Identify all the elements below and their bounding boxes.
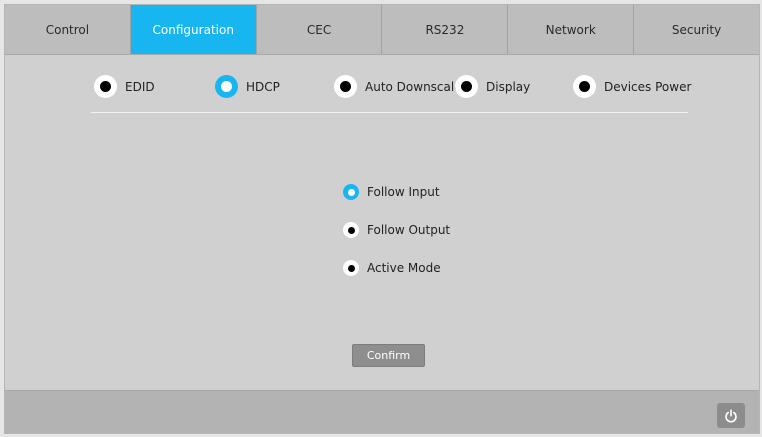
hdcp-option-label: Active Mode (367, 261, 441, 275)
hdcp-option-follow-output[interactable]: Follow Output (343, 222, 450, 238)
subnav-item-label: Auto Downscale (365, 79, 462, 94)
hdcp-option-active-mode[interactable]: Active Mode (343, 260, 441, 276)
subnav-item-devices-power[interactable]: Devices Power (573, 75, 691, 98)
power-button[interactable] (717, 403, 745, 428)
footer-bar (5, 390, 759, 433)
tab-cec[interactable]: CEC (257, 5, 383, 54)
radio-button-icon[interactable] (343, 260, 359, 276)
config-subnav: EDID HDCP Auto Downscale Display Devices… (5, 55, 759, 113)
subnav-item-edid[interactable]: EDID (94, 75, 155, 98)
tab-network[interactable]: Network (508, 5, 635, 54)
radio-button-icon[interactable] (334, 75, 357, 98)
hdcp-option-follow-input[interactable]: Follow Input (343, 184, 440, 200)
power-icon (725, 408, 737, 423)
subnav-item-hdcp[interactable]: HDCP (215, 75, 280, 98)
hdcp-option-label: Follow Input (367, 185, 440, 199)
tab-bar: Control Configuration CEC RS232 Network … (5, 5, 759, 55)
radio-button-selected-icon[interactable] (215, 75, 238, 98)
radio-button-icon[interactable] (343, 222, 359, 238)
tab-configuration[interactable]: Configuration (130, 5, 257, 54)
confirm-button[interactable]: Confirm (352, 344, 425, 367)
subnav-item-label: Display (486, 79, 531, 94)
radio-button-icon[interactable] (573, 75, 596, 98)
tab-label: Control (45, 22, 90, 37)
tab-label: Configuration (152, 22, 234, 37)
subnav-divider (91, 112, 688, 113)
tab-control[interactable]: Control (5, 5, 131, 54)
tab-security[interactable]: Security (634, 5, 759, 54)
tab-label: RS232 (425, 22, 465, 37)
radio-button-icon[interactable] (455, 75, 478, 98)
subnav-item-label: EDID (125, 79, 155, 94)
tab-rs232[interactable]: RS232 (382, 5, 509, 54)
tab-label: CEC (306, 22, 332, 37)
app-window: Control Configuration CEC RS232 Network … (4, 4, 760, 434)
subnav-item-auto-downscale[interactable]: Auto Downscale (334, 75, 462, 98)
tab-label: Security (671, 22, 722, 37)
subnav-item-label: HDCP (246, 79, 280, 94)
subnav-item-display[interactable]: Display (455, 75, 530, 98)
radio-button-icon[interactable] (94, 75, 117, 98)
radio-button-selected-icon[interactable] (343, 184, 359, 200)
tab-label: Network (545, 22, 596, 37)
hdcp-option-label: Follow Output (367, 223, 451, 237)
subnav-item-label: Devices Power (604, 79, 692, 94)
